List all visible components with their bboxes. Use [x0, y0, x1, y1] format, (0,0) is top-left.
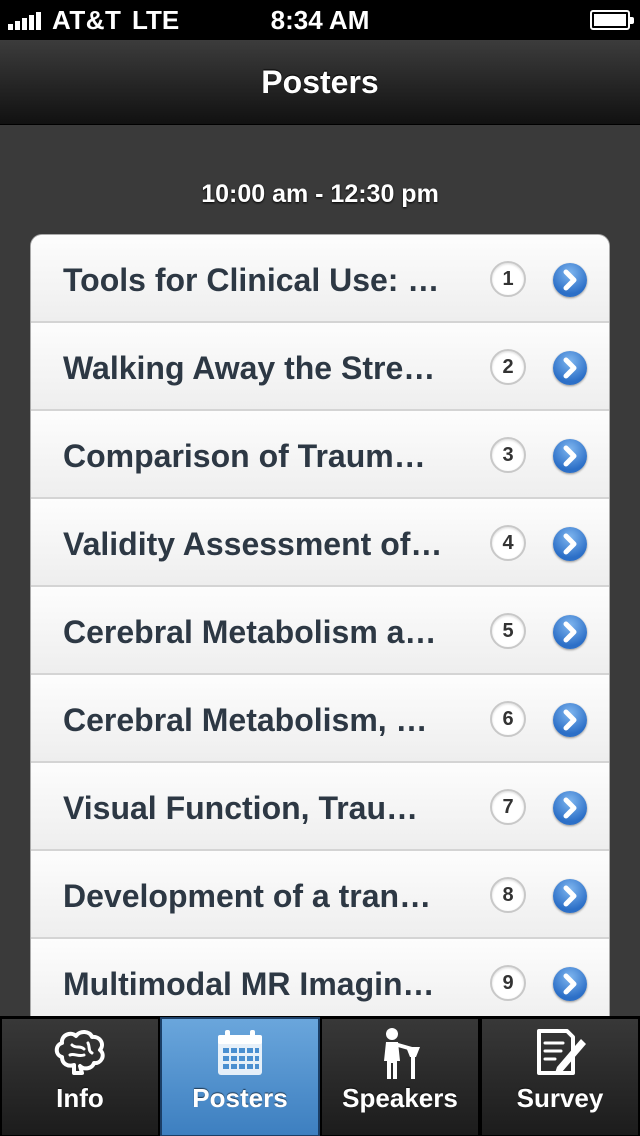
poster-row[interactable]: Cerebral Metabolism an… 5 [31, 587, 609, 675]
status-time: 8:34 AM [270, 5, 370, 35]
poster-number-badge: 4 [490, 525, 526, 561]
poster-number-badge: 6 [490, 701, 526, 737]
brain-icon [52, 1027, 108, 1082]
tab-speakers[interactable]: Speakers [320, 1017, 480, 1136]
poster-list: Tools for Clinical Use: … 1 Walking Away… [30, 234, 610, 1016]
chevron-right-icon[interactable] [553, 351, 587, 385]
navigation-bar: Posters [0, 40, 640, 125]
poster-row[interactable]: Visual Function, Traum… 7 [31, 763, 609, 851]
poster-number-badge: 2 [490, 349, 526, 385]
session-time-header: 10:00 am - 12:30 pm [201, 180, 439, 208]
poster-row[interactable]: Development of a transl… 8 [31, 851, 609, 939]
poster-title: Validity Assessment of … [63, 526, 443, 562]
chevron-right-icon[interactable] [553, 879, 587, 913]
poster-row[interactable]: Validity Assessment of … 4 [31, 499, 609, 587]
poster-number-badge: 3 [490, 437, 526, 473]
chevron-right-icon[interactable] [553, 967, 587, 1001]
survey-edit-icon [533, 1027, 587, 1082]
poster-row[interactable]: Walking Away the Stres… 2 [31, 323, 609, 411]
poster-title: Visual Function, Traum… [63, 790, 443, 826]
chevron-right-icon[interactable] [553, 527, 587, 561]
chevron-right-icon[interactable] [553, 615, 587, 649]
tab-label: Info [56, 1083, 104, 1113]
speaker-podium-icon [378, 1027, 422, 1086]
poster-row[interactable]: Multimodal MR Imaging… 9 [31, 939, 609, 1016]
chevron-right-icon[interactable] [553, 703, 587, 737]
page-title: Posters [261, 64, 379, 100]
poster-number-badge: 7 [490, 789, 526, 825]
poster-title: Comparison of Traumat… [63, 438, 443, 474]
tab-label: Survey [516, 1083, 604, 1113]
poster-title: Cerebral Metabolism an… [63, 614, 443, 650]
poster-number-badge: 1 [490, 261, 526, 297]
tab-bar: Info Posters Speakers Survey [0, 1016, 640, 1136]
poster-row[interactable]: Comparison of Traumat… 3 [31, 411, 609, 499]
chevron-right-icon[interactable] [553, 263, 587, 297]
tab-posters[interactable]: Posters [160, 1017, 320, 1136]
poster-title: Multimodal MR Imaging… [63, 966, 443, 1002]
poster-row[interactable]: Tools for Clinical Use: … 1 [31, 235, 609, 323]
poster-number-badge: 5 [490, 613, 526, 649]
poster-number-badge: 9 [490, 965, 526, 1001]
tab-info[interactable]: Info [0, 1017, 160, 1136]
poster-number-badge: 8 [490, 877, 526, 913]
tab-survey[interactable]: Survey [480, 1017, 640, 1136]
chevron-right-icon[interactable] [553, 439, 587, 473]
chevron-right-icon[interactable] [553, 791, 587, 825]
poster-title: Walking Away the Stres… [63, 350, 443, 386]
tab-label: Speakers [342, 1083, 458, 1113]
calendar-icon [215, 1027, 265, 1084]
poster-title: Cerebral Metabolism, M… [63, 702, 443, 738]
status-bar: AT&T LTE 8:34 AM [0, 0, 640, 40]
poster-row[interactable]: Cerebral Metabolism, M… 6 [31, 675, 609, 763]
poster-title: Tools for Clinical Use: … [63, 262, 440, 298]
tab-label: Posters [192, 1083, 288, 1113]
battery-icon [590, 10, 634, 30]
poster-title: Development of a transl… [63, 878, 443, 914]
